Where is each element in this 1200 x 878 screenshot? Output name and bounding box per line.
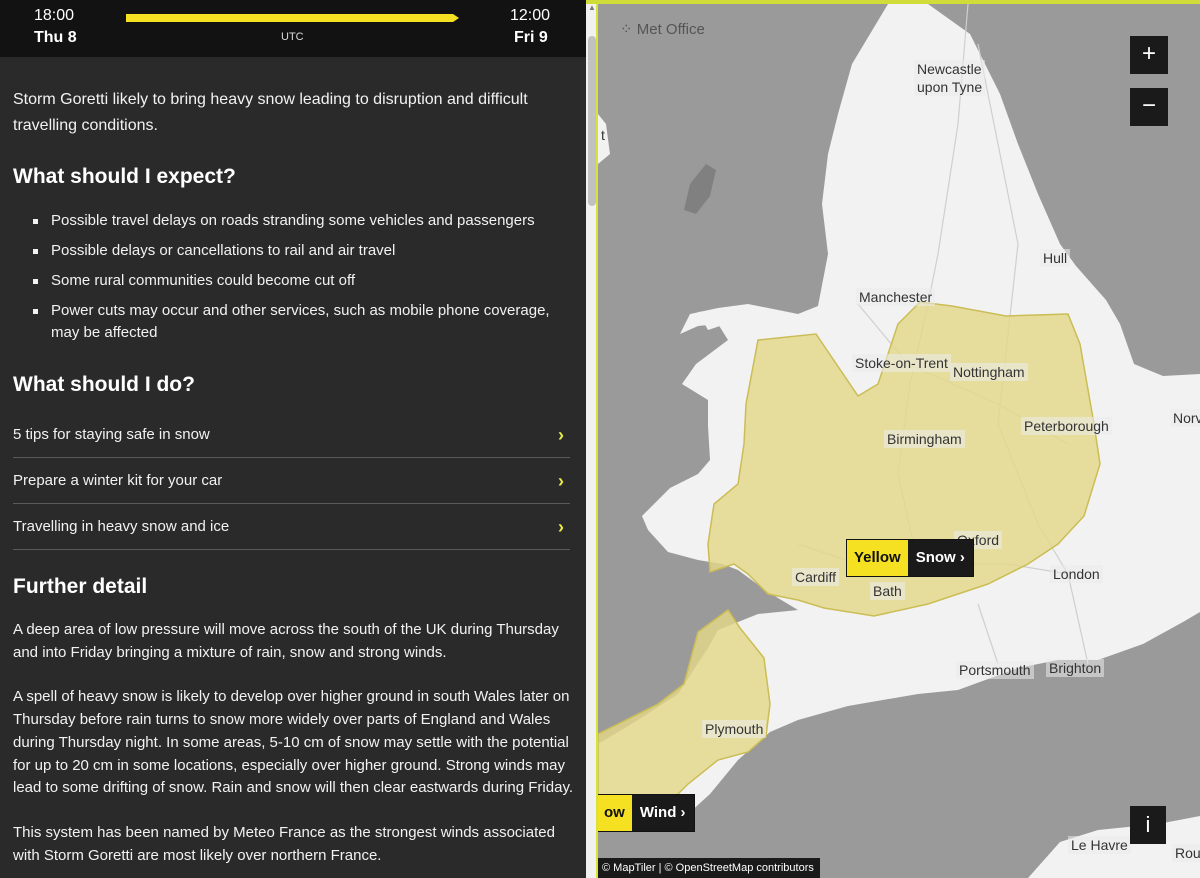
expect-item: Some rural communities could become cut … — [33, 270, 553, 292]
city-label-birmingham: Birmingham — [884, 430, 965, 448]
do-heading: What should I do? — [13, 373, 195, 396]
detail-paragraph: This system has been named by Meteo Fran… — [13, 823, 555, 864]
warning-type: Snow › — [907, 540, 973, 576]
advice-link-label: Prepare a winter kit for your car — [13, 472, 223, 489]
city-label-nottingham: Nottingham — [950, 363, 1028, 381]
city-label-partial: t — [601, 127, 605, 143]
start-time: 18:00 — [34, 7, 75, 24]
warning-level: Yellow — [847, 540, 908, 576]
advice-link-snow-safety[interactable]: 5 tips for staying safe in snow › — [13, 412, 570, 458]
expect-list: Possible travel delays on roads strandin… — [33, 210, 553, 352]
detail-paragraph: A spell of heavy snow is likely to devel… — [13, 688, 574, 797]
zoom-out-button[interactable]: − — [1130, 88, 1168, 126]
city-label-hull: Hull — [1040, 249, 1071, 267]
detail-paragraph: A deep area of low pressure will move ac… — [13, 621, 559, 661]
met-office-logo-mark-icon: ⁘ — [620, 21, 633, 38]
expect-heading: What should I expect? — [13, 165, 236, 188]
warning-detail-panel: 18:00 Thu 8 UTC 12:00 Fri 9 Storm Gorett… — [0, 0, 586, 878]
warning-map[interactable]: ⁘ Met Office + − Newcastle upon Tyne Hul… — [598, 4, 1200, 878]
warning-content: Storm Goretti likely to bring heavy snow… — [13, 87, 573, 864]
end-time: 12:00 — [510, 7, 551, 24]
advice-link-winter-kit[interactable]: Prepare a winter kit for your car › — [13, 458, 570, 504]
expect-item: Possible delays or cancellations to rail… — [33, 240, 553, 262]
city-label-peterborough: Peterborough — [1021, 417, 1112, 435]
city-label-plymouth: Plymouth — [702, 720, 767, 738]
timezone-label: UTC — [281, 31, 304, 43]
advice-link-label: Travelling in heavy snow and ice — [13, 518, 230, 535]
wind-warning-marker[interactable]: ow Wind › — [598, 794, 695, 832]
chevron-right-icon: › — [558, 425, 564, 445]
start-day: Thu 8 — [34, 29, 77, 46]
city-label-newcastle: Newcastle upon Tyne — [914, 60, 986, 96]
chevron-right-icon: › — [558, 471, 564, 491]
time-range-bar: 18:00 Thu 8 UTC 12:00 Fri 9 — [0, 0, 586, 57]
chevron-right-icon: › — [558, 517, 564, 537]
chevron-right-icon: › — [959, 549, 965, 566]
expect-item: Power cuts may occur and other services,… — [33, 300, 553, 344]
map-left-border — [596, 4, 598, 878]
city-label-london: London — [1050, 565, 1103, 583]
scroll-up-arrow-icon[interactable]: ▲ — [588, 4, 596, 12]
city-label-stoke: Stoke-on-Trent — [852, 354, 951, 372]
city-label-manchester: Manchester — [856, 288, 936, 306]
city-label-brighton: Brighton — [1046, 659, 1105, 677]
validity-bar — [126, 14, 459, 22]
expect-item: Possible travel delays on roads strandin… — [33, 210, 553, 232]
advice-link-travelling-snow[interactable]: Travelling in heavy snow and ice › — [13, 504, 570, 550]
city-label-le-havre: Le Havre — [1068, 836, 1131, 854]
warning-headline: Storm Goretti likely to bring heavy snow… — [13, 91, 528, 134]
end-day: Fri 9 — [514, 29, 548, 46]
map-info-button[interactable]: i — [1130, 806, 1166, 844]
advice-link-label: 5 tips for staying safe in snow — [13, 426, 210, 443]
further-detail-heading: Further detail — [13, 575, 148, 598]
city-label-norwich: Norv — [1170, 409, 1200, 427]
snow-warning-marker[interactable]: Yellow Snow › — [846, 539, 974, 577]
advice-links: 5 tips for staying safe in snow › Prepar… — [13, 412, 570, 550]
city-label-portsmouth: Portsmouth — [956, 661, 1034, 679]
zoom-in-button[interactable]: + — [1130, 36, 1168, 74]
city-label-bath: Bath — [870, 582, 905, 600]
city-label-rouen: Rouen — [1172, 844, 1200, 862]
warning-level: ow — [598, 795, 632, 831]
warning-type: Wind › — [631, 795, 694, 831]
map-attribution[interactable]: © MapTiler | © OpenStreetMap contributor… — [598, 858, 820, 878]
scrollbar-thumb[interactable] — [588, 36, 596, 206]
met-office-logo: ⁘ Met Office — [620, 21, 705, 38]
city-label-cardiff: Cardiff — [792, 568, 839, 586]
chevron-right-icon: › — [680, 804, 686, 821]
further-detail-text: A deep area of low pressure will move ac… — [13, 619, 578, 878]
